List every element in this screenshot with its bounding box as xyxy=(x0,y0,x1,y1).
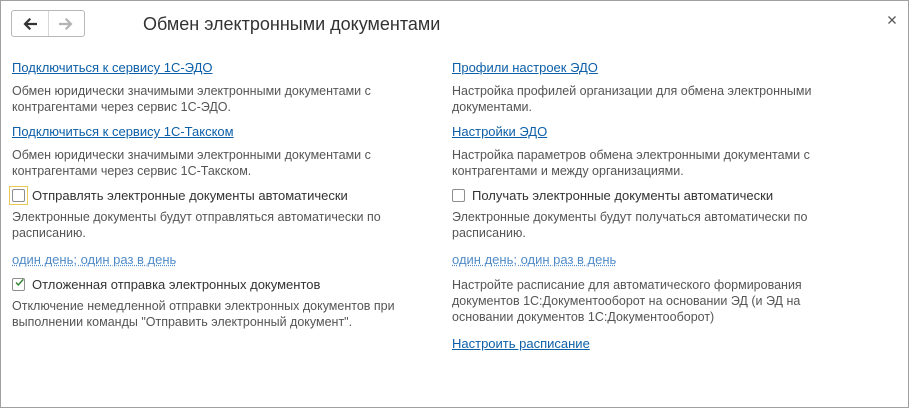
docflow-section: Настройте расписание для автоматического… xyxy=(452,277,872,325)
receive-auto-description: Электронные документы будут получаться а… xyxy=(452,210,808,240)
forward-button[interactable] xyxy=(47,11,85,36)
window: Обмен электронными документами Подключит… xyxy=(0,0,909,408)
edo-profiles-description: Настройка профилей организации для обмен… xyxy=(452,84,812,114)
navigation-buttons xyxy=(11,10,85,37)
send-auto-checkbox[interactable] xyxy=(12,188,25,202)
configure-schedule-section: Настроить расписание xyxy=(452,335,872,353)
send-auto-checkbox-row[interactable]: Отправлять электронные документы автомат… xyxy=(9,185,432,205)
configure-schedule-link[interactable]: Настроить расписание xyxy=(452,335,590,352)
deferred-send-section: Отложенная отправка электронных документ… xyxy=(12,274,432,330)
close-button[interactable] xyxy=(885,11,899,29)
connect-1c-edo-link[interactable]: Подключиться к сервису 1С-ЭДО xyxy=(12,59,212,76)
send-auto-description: Электронные документы будут отправляться… xyxy=(12,210,381,240)
connect-1c-edo-description: Обмен юридически значимыми электронными … xyxy=(12,84,371,114)
arrow-left-icon xyxy=(23,17,37,30)
deferred-send-checkbox[interactable] xyxy=(12,277,25,291)
connect-1c-taxcom-description: Обмен юридически значимыми электронными … xyxy=(12,148,371,178)
receive-schedule-section: один день; один раз в день xyxy=(452,251,872,269)
close-icon xyxy=(888,16,896,24)
edo-settings-link[interactable]: Настройки ЭДО xyxy=(452,123,547,140)
deferred-send-label: Отложенная отправка электронных документ… xyxy=(32,276,321,292)
docflow-description: Настройте расписание для автоматического… xyxy=(452,278,802,324)
edo-profiles-link[interactable]: Профили настроек ЭДО xyxy=(452,59,598,76)
receive-auto-checkbox-row[interactable]: Получать электронные документы автоматич… xyxy=(452,185,872,205)
receive-auto-checkbox[interactable] xyxy=(452,188,465,202)
send-schedule-section: один день; один раз в день xyxy=(12,251,432,269)
deferred-send-checkbox-wrap xyxy=(9,275,28,294)
taxcom-connect-section: Подключиться к сервису 1С-Такском Обмен … xyxy=(12,123,432,179)
edo-profiles-section: Профили настроек ЭДО Настройка профилей … xyxy=(452,59,872,115)
send-auto-checkbox-focus xyxy=(9,185,28,205)
edo-connect-section: Подключиться к сервису 1С-ЭДО Обмен юрид… xyxy=(12,59,432,115)
receive-auto-checkbox-wrap xyxy=(449,186,468,205)
edo-settings-description: Настройка параметров обмена электронными… xyxy=(452,148,810,178)
checkmark-icon xyxy=(15,278,24,286)
deferred-send-checkbox-row[interactable]: Отложенная отправка электронных документ… xyxy=(12,274,432,294)
send-auto-section: Отправлять электронные документы автомат… xyxy=(9,185,432,241)
edo-settings-section: Настройки ЭДО Настройка параметров обмен… xyxy=(452,123,872,179)
connect-1c-taxcom-link[interactable]: Подключиться к сервису 1С-Такском xyxy=(12,123,234,140)
window-title: Обмен электронными документами xyxy=(143,14,441,34)
send-schedule-link[interactable]: один день; один раз в день xyxy=(12,251,176,268)
receive-auto-section: Получать электронные документы автоматич… xyxy=(452,185,872,241)
deferred-send-description: Отключение немедленной отправки электрон… xyxy=(12,299,395,329)
send-auto-label: Отправлять электронные документы автомат… xyxy=(32,187,348,203)
receive-auto-label: Получать электронные документы автоматич… xyxy=(472,187,774,203)
receive-schedule-link[interactable]: один день; один раз в день xyxy=(452,251,616,268)
back-button[interactable] xyxy=(12,11,48,36)
arrow-right-icon xyxy=(59,17,73,30)
